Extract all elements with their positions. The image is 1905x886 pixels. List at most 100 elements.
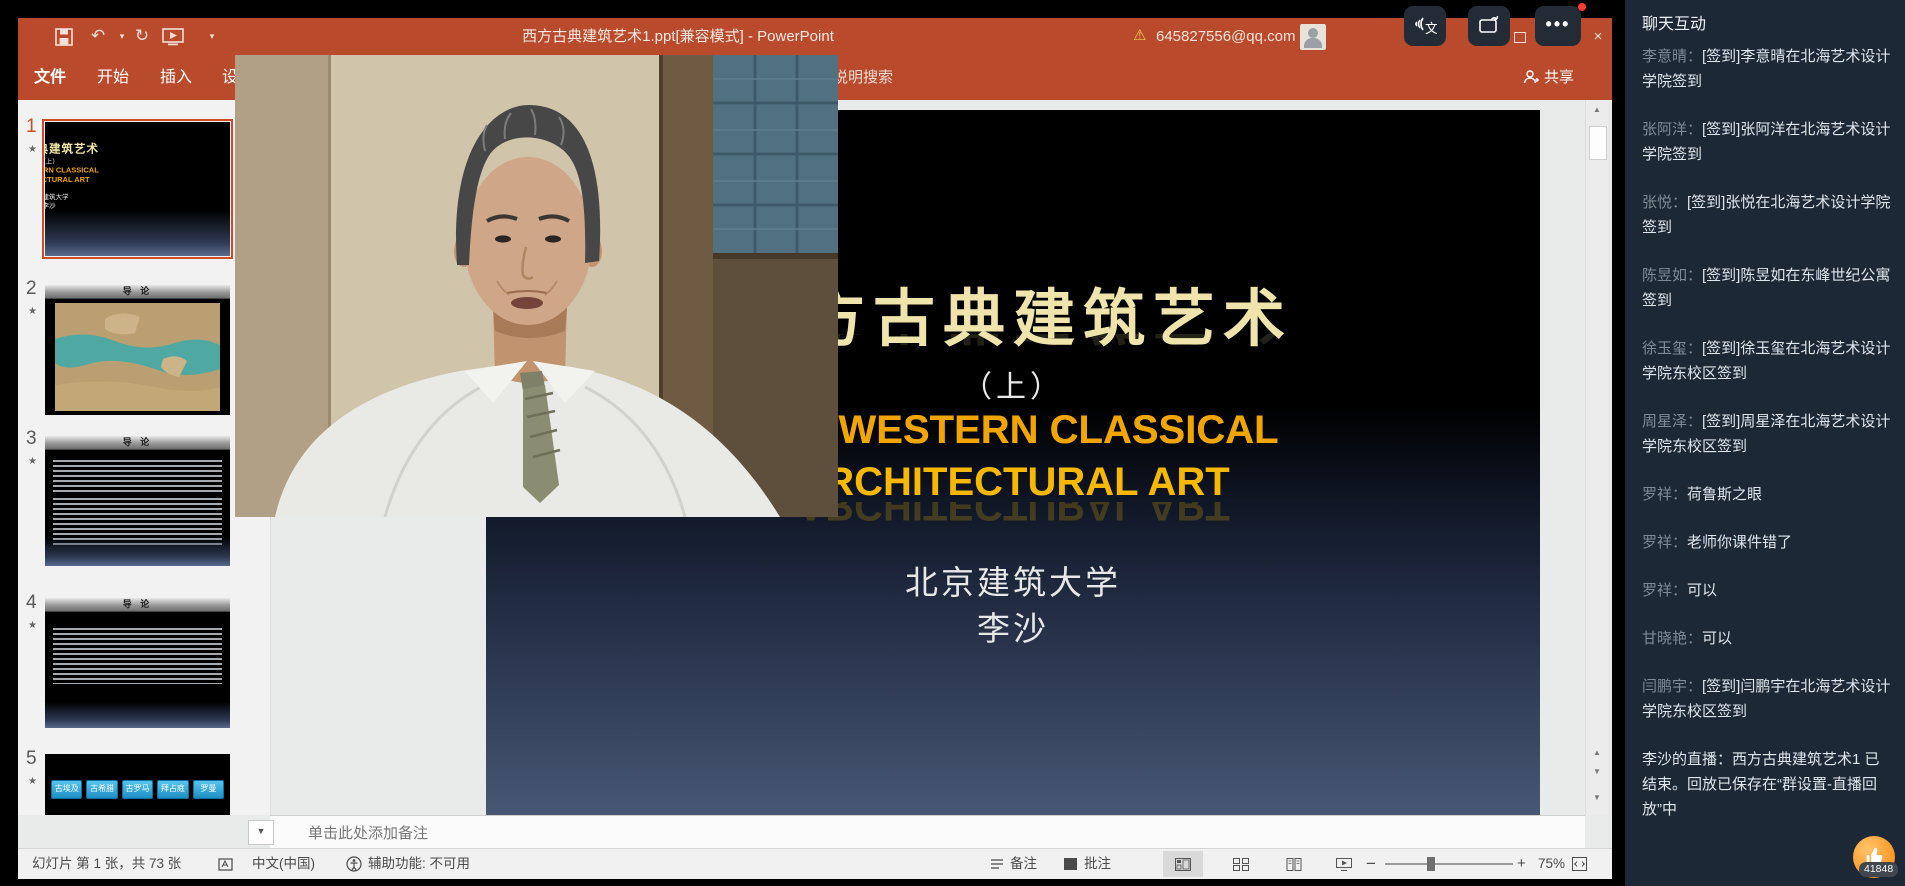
language-indicator[interactable]: 中文(中国) xyxy=(252,849,315,879)
animation-star-icon: ★ xyxy=(28,144,37,155)
thumbnail-gradient xyxy=(45,210,230,256)
thumbnail-5-nav-button: 古希腊 xyxy=(86,780,117,799)
chat-message-sender: 张阿洋： xyxy=(1642,121,1702,138)
chat-panel: 聊天互动 李意晴：[签到]李意晴在北海艺术设计学院签到张阿洋：[签到]张阿洋在北… xyxy=(1625,0,1905,886)
account-email[interactable]: 645827556@qq.com xyxy=(1156,18,1296,56)
avatar-body xyxy=(1304,38,1322,48)
zoom-out-button[interactable]: − xyxy=(1366,849,1376,879)
svg-text:文: 文 xyxy=(1425,22,1437,37)
scroll-up-icon[interactable]: ▲ xyxy=(1588,102,1606,118)
thumb-number: 4 xyxy=(26,592,37,614)
rotate-screen-button[interactable] xyxy=(1468,6,1510,46)
previous-slide-button[interactable]: ▲ xyxy=(1588,745,1606,761)
zoom-slider[interactable] xyxy=(1385,863,1513,865)
next-slide-button[interactable]: ▼ xyxy=(1588,764,1606,780)
slide-thumbnail-3[interactable]: 导 论 xyxy=(45,436,230,566)
notes-toggle[interactable]: 备注 xyxy=(1010,849,1037,879)
warning-icon: ⚠ xyxy=(1133,26,1146,44)
chat-message-sender: 张悦： xyxy=(1642,194,1687,211)
status-bar: 幻灯片 第 1 张，共 73 张 中文(中国) 辅助功能: 不可用 备注 批注 xyxy=(18,848,1612,879)
slide-thumbnail-5[interactable]: 古埃及古希腊古罗马拜占庭罗曼 哥特文艺复兴巴洛克洛可可新古典主义 xyxy=(45,754,230,815)
customize-qat-caret-icon[interactable]: ▾ xyxy=(200,24,224,48)
rotate-screen-icon xyxy=(1477,14,1501,38)
chat-message: 罗祥：荷鲁斯之眼 xyxy=(1642,482,1892,507)
voice-to-text-button[interactable]: 文 xyxy=(1404,6,1446,46)
thumbnail-3-header: 导 论 xyxy=(45,436,230,450)
chat-message: 李沙的直播：西方古典建筑艺术1 已结束。回放已保存在“群设置-直播回放”中 xyxy=(1642,747,1892,822)
notes-placeholder[interactable]: 单击此处添加备注 xyxy=(308,822,428,843)
screen: ↶ ▾ ↻ ▾ 西方古典建筑艺术1.ppt[兼容模式] - PowerPoint… xyxy=(0,0,1905,886)
like-count-badge: 41848 xyxy=(1859,862,1898,877)
slide-sorter-view-button[interactable] xyxy=(1221,851,1261,877)
chat-message-sender: 罗祥： xyxy=(1642,582,1687,599)
fit-to-window-icon[interactable] xyxy=(1572,857,1587,871)
animation-star-icon: ★ xyxy=(28,306,37,317)
tab-file[interactable]: 文件 xyxy=(34,56,66,100)
chat-message-list[interactable]: 李意晴：[签到]李意晴在北海艺术设计学院签到张阿洋：[签到]张阿洋在北海艺术设计… xyxy=(1642,44,1892,845)
thumbnail-5-nav-button: 古罗马 xyxy=(122,780,153,799)
comments-toggle[interactable]: 批注 xyxy=(1084,849,1111,879)
normal-view-icon xyxy=(1175,858,1191,871)
slide-thumbnail-4[interactable]: 导 论 xyxy=(45,598,230,728)
thumb-number: 1 xyxy=(26,116,37,138)
chat-message-sender: 李沙的直播： xyxy=(1642,751,1732,768)
save-icon[interactable] xyxy=(54,27,74,47)
notes-collapse-button[interactable]: ▼ xyxy=(248,820,274,845)
slide-sorter-icon xyxy=(1233,858,1249,871)
start-slideshow-icon[interactable] xyxy=(162,27,184,47)
chat-message: 张悦：[签到]张悦在北海艺术设计学院签到 xyxy=(1642,190,1892,240)
chat-message: 李意晴：[签到]李意晴在北海艺术设计学院签到 xyxy=(1642,44,1892,94)
avatar-head xyxy=(1308,28,1318,38)
notification-dot xyxy=(1578,3,1586,11)
avatar[interactable] xyxy=(1300,24,1326,50)
chat-message: 徐玉玺：[签到]徐玉玺在北海艺术设计学院东校区签到 xyxy=(1642,336,1892,386)
chat-message: 闫鹏宇：[签到]闫鹏宇在北海艺术设计学院东校区签到 xyxy=(1642,674,1892,724)
thumbnail-2-header: 导 论 xyxy=(45,285,230,299)
thumbnail-5-nav-button: 罗曼 xyxy=(193,780,224,799)
reading-view-icon xyxy=(1286,858,1302,871)
tab-home[interactable]: 开始 xyxy=(97,56,129,100)
scroll-down-icon[interactable]: ▼ xyxy=(1588,790,1606,806)
slide-counter: 幻灯片 第 1 张，共 73 张 xyxy=(32,849,181,879)
thumbnail-gradient xyxy=(45,702,230,728)
repeat-icon[interactable]: ↻ xyxy=(130,24,154,48)
normal-view-button[interactable] xyxy=(1163,851,1203,877)
pseudo-text-block xyxy=(53,460,222,492)
chat-message-text: 老师你课件错了 xyxy=(1687,534,1792,551)
thumbnail-gradient xyxy=(45,537,230,566)
thumbnail-5-nav-button: 古埃及 xyxy=(51,780,82,799)
chat-message: 甘晓艳：可以 xyxy=(1642,626,1892,651)
zoom-in-button[interactable]: + xyxy=(1517,849,1526,879)
chat-message: 张阿洋：[签到]张阿洋在北海艺术设计学院签到 xyxy=(1642,117,1892,167)
titlebar: ↶ ▾ ↻ ▾ 西方古典建筑艺术1.ppt[兼容模式] - PowerPoint… xyxy=(18,18,1612,56)
scrollbar-thumb[interactable] xyxy=(1589,126,1607,160)
undo-icon[interactable]: ↶ xyxy=(86,24,110,48)
slideshow-view-button[interactable] xyxy=(1324,851,1364,877)
tell-me-search[interactable]: 说明搜索 xyxy=(833,56,893,100)
close-icon[interactable]: × xyxy=(1584,18,1612,56)
slide-thumbnail-1[interactable]: 西方古典建筑艺术 （上） THE WESTERN CLASSICALARCHIT… xyxy=(45,122,230,256)
chat-message: 罗祥：老师你课件错了 xyxy=(1642,530,1892,555)
restore-icon[interactable] xyxy=(1514,32,1526,43)
tab-insert[interactable]: 插入 xyxy=(160,56,192,100)
reading-view-button[interactable] xyxy=(1274,851,1314,877)
zoom-percentage[interactable]: 75% xyxy=(1538,849,1565,879)
zoom-slider-handle[interactable] xyxy=(1427,857,1435,871)
accessibility-status[interactable]: 辅助功能: 不可用 xyxy=(368,849,470,879)
slide-thumbnail-2[interactable]: 导 论 xyxy=(45,285,230,415)
animation-star-icon: ★ xyxy=(28,620,37,631)
presenter-webcam-video[interactable] xyxy=(235,55,838,517)
more-options-button[interactable]: ••• xyxy=(1535,6,1581,46)
share-button[interactable]: 共享 xyxy=(1523,56,1574,100)
vertical-scrollbar[interactable]: ▲ ▲ ▼ ▼ xyxy=(1585,100,1608,815)
accessibility-icon[interactable] xyxy=(346,856,362,872)
thumbnail-5-nav-button: 拜占庭 xyxy=(157,780,188,799)
notes-pane[interactable]: ▼ 单击此处添加备注 xyxy=(270,815,1585,849)
spellcheck-icon[interactable] xyxy=(218,857,233,872)
animation-star-icon: ★ xyxy=(28,776,37,787)
chat-message: 罗祥：可以 xyxy=(1642,578,1892,603)
chat-message: 周星泽：[签到]周星泽在北海艺术设计学院东校区签到 xyxy=(1642,409,1892,459)
notes-icon xyxy=(990,858,1004,870)
comments-icon xyxy=(1064,858,1077,870)
chat-message-sender: 罗祥： xyxy=(1642,486,1687,503)
